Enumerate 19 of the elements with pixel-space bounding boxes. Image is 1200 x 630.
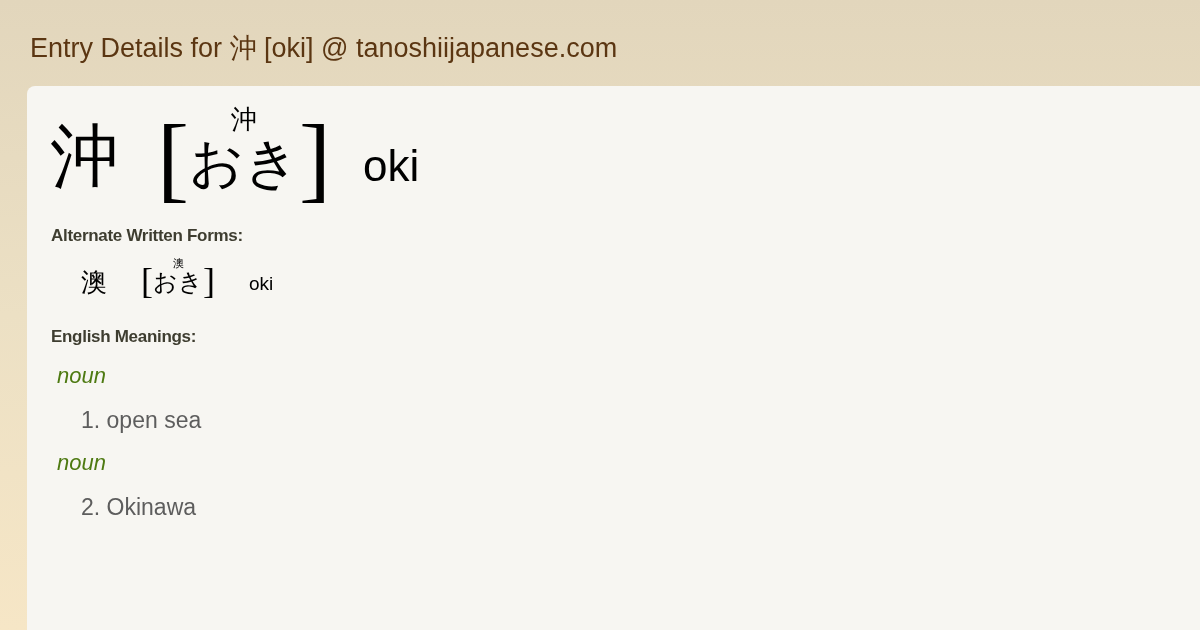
bracket: ] [203, 263, 215, 299]
romaji: oki [249, 274, 274, 293]
bracket: [ [157, 110, 189, 206]
romaji: oki [362, 144, 420, 188]
meaning: 2. Okinawa [81, 494, 198, 521]
kana-reading: おき [188, 136, 299, 190]
furigana: 沖 [230, 106, 257, 132]
bracket: [ [141, 263, 153, 299]
section-heading: English Meanings: [51, 327, 198, 347]
alternate-kanji: 澳 [81, 269, 107, 295]
section-heading: Alternate Written Forms: [51, 226, 244, 246]
part-of-speech: noun [57, 450, 107, 476]
headword-kanji: 沖 [51, 122, 119, 190]
kana-reading: おき [153, 270, 203, 294]
meaning: 1. open sea [81, 407, 203, 434]
furigana: 澳 [172, 258, 184, 269]
part-of-speech: noun [57, 363, 107, 389]
page-title: Entry Details for 沖 [oki] @ tanoshiijapanese.com [30, 32, 618, 65]
bracket: ] [298, 110, 331, 206]
